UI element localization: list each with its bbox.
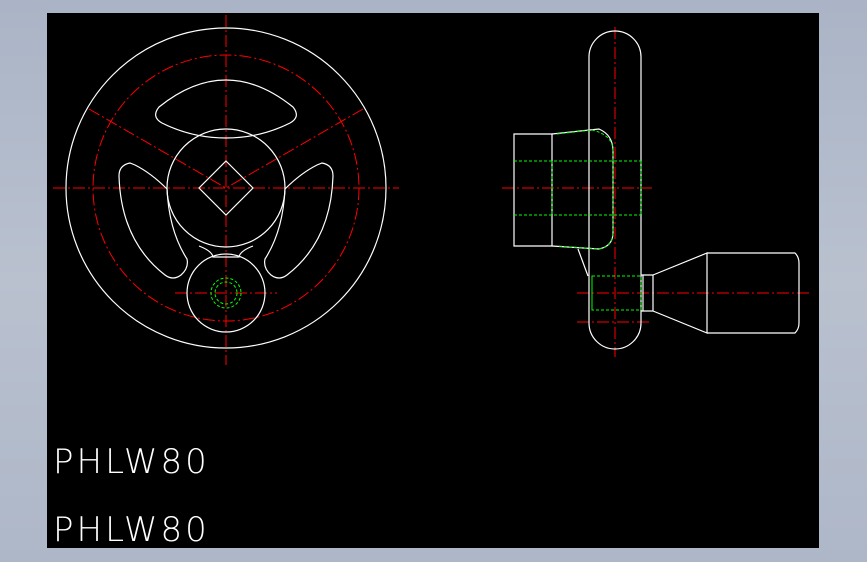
hub-body: [513, 133, 553, 247]
hub-taper: [551, 128, 614, 250]
spoke-edge: [577, 248, 589, 277]
part-label-top: PHLW80: [53, 442, 210, 482]
spoke-centerline-right: [225, 108, 364, 189]
side-view-hidden: [514, 129, 642, 311]
side-view-centerlines: [502, 27, 812, 357]
front-view-centerlines: [53, 15, 399, 365]
cad-drawing-canvas[interactable]: PHLW80 PHLW80: [47, 13, 819, 548]
front-view: [53, 15, 399, 365]
spoke-centerline-left: [88, 108, 227, 189]
side-view: [502, 27, 812, 357]
side-view-outlines: [513, 30, 800, 350]
hub-hidden-outline: [556, 129, 614, 250]
part-label-bottom: PHLW80: [53, 510, 210, 548]
